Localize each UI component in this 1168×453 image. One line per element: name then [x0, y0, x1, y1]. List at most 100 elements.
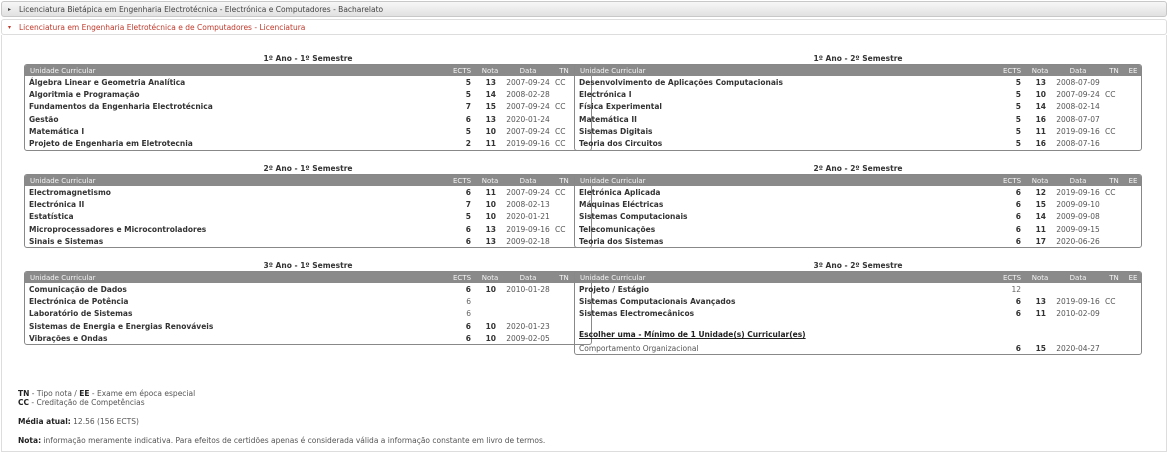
table-row: Comunicação de Dados 6 10 2010-01-28: [25, 283, 591, 295]
course-name: Vibrações e Ondas: [29, 333, 108, 343]
ects-value: 5: [465, 212, 471, 222]
grade-value: 10: [485, 333, 496, 343]
ects-value: 6: [465, 187, 471, 197]
ects-value: 6: [1015, 296, 1021, 306]
grade-value: 11: [1035, 126, 1046, 136]
ee-value: [1125, 198, 1141, 210]
tn-value: [1103, 342, 1125, 354]
grade-value: [477, 295, 503, 307]
ects-value: 6: [465, 333, 471, 343]
date-value: 2008-02-13: [506, 199, 550, 209]
accordion-label: Licenciatura em Engenharia Eletrotécnica…: [19, 22, 306, 32]
tn-value: [553, 308, 575, 320]
column-header-ee: EE: [1125, 272, 1141, 283]
date-value: 2020-01-24: [506, 114, 550, 124]
column-header-tn: TN: [1103, 272, 1125, 283]
tn-value: CC: [1105, 126, 1116, 136]
date-value: 2007-09-24: [1056, 89, 1100, 99]
tn-value: CC: [555, 187, 566, 197]
grades-table: Unidade CurricularECTSNotaDataTNEEÁlgebr…: [25, 65, 591, 150]
grade-value: [1027, 283, 1053, 295]
ects-value: 5: [465, 77, 471, 87]
column-header-ects: ECTS: [997, 175, 1027, 186]
course-name: Electrónica de Potência: [29, 296, 129, 306]
table-row: Sinais e Sistemas 6 13 2009-02-18: [25, 235, 591, 247]
optional-group-title: Escolher uma - Mínimo de 1 Unidade(s) Cu…: [579, 330, 806, 340]
accordion-bacharelato-header[interactable]: ▸ Licenciatura Bietápica em Engenharia E…: [1, 1, 1167, 17]
ects-value: 6: [466, 296, 471, 306]
column-header-uc: Unidade Curricular: [575, 175, 997, 186]
ects-value: 6: [1015, 309, 1021, 319]
table-row: Projeto de Engenharia em Eletrotecnia 2 11…: [25, 137, 591, 149]
accordion-label: Licenciatura Bietápica em Engenharia Ele…: [19, 4, 384, 14]
grades-table: Unidade CurricularECTSNotaDataTNEEElectr…: [25, 175, 591, 247]
column-header-nota: Nota: [1027, 65, 1053, 76]
tn-value: [553, 113, 575, 125]
column-header-ects: ECTS: [997, 65, 1027, 76]
course-name: Matemática I: [29, 126, 85, 136]
column-header-nota: Nota: [477, 272, 503, 283]
date-value: 2009-02-18: [506, 236, 550, 246]
ects-value: 6: [466, 309, 471, 319]
tn-value: CC: [555, 126, 566, 136]
date-value: 2020-01-23: [506, 321, 550, 331]
grade-value: 13: [485, 77, 496, 87]
ee-value: [1125, 88, 1141, 100]
column-header-ects: ECTS: [447, 175, 477, 186]
tn-value: [1103, 101, 1125, 113]
date-value: 2007-09-24: [506, 187, 550, 197]
table-row: Electromagnetismo 6 11 2007-09-24 CC: [25, 186, 591, 198]
chevron-right-icon: ▸: [8, 5, 12, 13]
semester-block: 1º Ano - 1º Semestre Unidade Curricular EC…: [24, 54, 592, 151]
grade-value: 12: [1035, 187, 1046, 197]
table-row: Algoritmia e Programação 5 14 2008-02-28: [25, 88, 591, 100]
table-row: Sistemas Digitais 5 11 2019-09-16 CC: [575, 125, 1141, 137]
grade-value: 16: [1035, 114, 1046, 124]
course-name: Fundamentos da Engenharia Electrotécnica: [29, 102, 213, 112]
date-value: 2009-09-08: [1056, 212, 1100, 222]
average-grade: Média atual: 12.56 (156 ECTS): [18, 417, 139, 426]
course-name: Teoria dos Circuitos: [579, 139, 663, 149]
grade-value: 15: [485, 102, 496, 112]
table-row: Álgebra Linear e Geometria Analítica 5 13 2…: [25, 76, 591, 88]
course-name: Laboratório de Sistemas: [29, 309, 133, 319]
course-name: Algoritmia e Programação: [29, 89, 140, 99]
accordion-licenciatura-header[interactable]: ▾ Licenciatura em Engenharia Eletrotécni…: [1, 19, 1167, 35]
date-value: 2008-07-07: [1056, 114, 1100, 124]
ects-value: 6: [465, 114, 471, 124]
course-name: Sistemas de Energia e Energias Renovávei…: [29, 321, 214, 331]
course-name: Electrónica I: [579, 89, 632, 99]
course-name: Estatística: [29, 212, 74, 222]
course-name: Electromagnetismo: [29, 187, 111, 197]
column-header-data: Data: [1053, 272, 1103, 283]
table-row: Gestão 6 13 2020-01-24: [25, 113, 591, 125]
column-header-uc: Unidade Curricular: [575, 65, 997, 76]
column-header-uc: Unidade Curricular: [575, 272, 997, 283]
table-row: Desenvolvimento de Aplicações Computacio…: [575, 76, 1141, 88]
tn-value: [553, 198, 575, 210]
column-header-data: Data: [1053, 65, 1103, 76]
date-value: 2008-02-14: [1056, 102, 1100, 112]
table-row: Sistemas Computacionais 6 14 2009-09-08: [575, 211, 1141, 223]
date-value: 2019-09-16: [506, 224, 550, 234]
course-name: Física Experimental: [579, 102, 662, 112]
date-value: 2010-02-09: [1056, 309, 1100, 319]
column-header-nota: Nota: [477, 175, 503, 186]
column-header-uc: Unidade Curricular: [25, 272, 447, 283]
date-value: [1053, 283, 1103, 295]
table-row: Comportamento Organizacional 6 15 2020-04-2…: [575, 342, 1141, 354]
tn-value: [553, 235, 575, 247]
tn-value: [1103, 283, 1125, 295]
tn-value: [1103, 137, 1125, 149]
column-header-data: Data: [503, 272, 553, 283]
tn-value: [1103, 235, 1125, 247]
ee-value: [1125, 235, 1141, 247]
tn-value: [553, 283, 575, 295]
column-header-data: Data: [503, 175, 553, 186]
semester-block: 3º Ano - 1º Semestre Unidade Curricular EC…: [24, 261, 592, 346]
ee-value: [1125, 113, 1141, 125]
course-name: Comunicação de Dados: [29, 284, 127, 294]
table-row: Vibrações e Ondas 6 10 2009-02-05: [25, 332, 591, 344]
grade-value: 14: [485, 89, 496, 99]
ects-value: 6: [1015, 224, 1021, 234]
